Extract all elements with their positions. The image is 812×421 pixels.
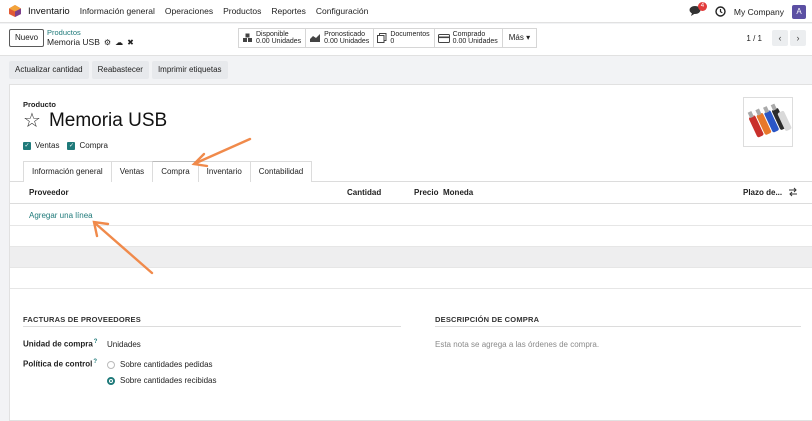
more-label: Más bbox=[508, 33, 524, 42]
pager-previous-icon[interactable]: ‹ bbox=[772, 30, 788, 46]
col-moneda[interactable]: Moneda bbox=[443, 188, 473, 197]
documents-icon bbox=[377, 33, 387, 43]
col-precio[interactable]: Precio bbox=[414, 188, 438, 197]
help-tooltip-icon[interactable]: ? bbox=[94, 339, 98, 345]
purchase-description-heading: DESCRIPCIÓN DE COMPRA bbox=[435, 315, 540, 324]
stat-value: 0 bbox=[390, 38, 395, 45]
menu-reportes[interactable]: Reportes bbox=[271, 6, 306, 16]
user-avatar[interactable]: A bbox=[792, 4, 806, 19]
radio-received-quantities[interactable]: Sobre cantidades recibidas bbox=[107, 376, 217, 385]
cloud-save-icon[interactable]: ☁ bbox=[115, 37, 123, 48]
radio-button[interactable] bbox=[107, 360, 115, 369]
vendor-bills-heading: FACTURAS DE PROVEEDORES bbox=[23, 315, 141, 324]
credit-card-icon bbox=[437, 33, 450, 43]
tab-contabilidad[interactable]: Contabilidad bbox=[249, 161, 313, 182]
tab-informacion-general[interactable]: Información general bbox=[23, 161, 111, 182]
update-quantity-button[interactable]: Actualizar cantidad bbox=[9, 61, 89, 79]
breadcrumb: Productos Memoria USB ⚙ ☁ ✖ bbox=[47, 28, 134, 48]
usb-sticks-image bbox=[747, 103, 792, 138]
print-labels-button[interactable]: Imprimir etiquetas bbox=[151, 61, 228, 79]
product-name-field[interactable]: Memoria USB bbox=[49, 110, 167, 132]
cubes-icon bbox=[243, 33, 252, 42]
add-line-row: Agregar una línea bbox=[10, 205, 812, 226]
col-cantidad[interactable]: Cantidad bbox=[347, 188, 381, 197]
purchase-checkbox[interactable]: ✓ bbox=[67, 141, 76, 150]
radio-ordered-quantities[interactable]: Sobre cantidades pedidas bbox=[107, 360, 213, 369]
replenish-button[interactable]: Reabastecer bbox=[91, 61, 149, 79]
menu-productos[interactable]: Productos bbox=[223, 6, 261, 16]
stat-label: Pronosticado bbox=[324, 30, 366, 38]
stat-comprado[interactable]: Comprado 0.00 Unidades bbox=[434, 28, 503, 48]
stat-label: Documentos bbox=[390, 30, 430, 38]
purchase-checkbox-label: Compra bbox=[79, 141, 108, 150]
empty-row bbox=[10, 247, 812, 268]
top-navbar: Inventario Información general Operacion… bbox=[0, 0, 812, 23]
menu-informacion-general[interactable]: Información general bbox=[80, 6, 155, 16]
product-label: Producto bbox=[23, 100, 56, 109]
add-line-link[interactable]: Agregar una línea bbox=[29, 211, 93, 220]
radio-label: Sobre cantidades recibidas bbox=[120, 376, 217, 385]
purchase-description-field[interactable]: Esta nota se agrega a las órdenes de com… bbox=[435, 340, 599, 349]
tab-ventas[interactable]: Ventas bbox=[110, 161, 153, 182]
stat-label: Disponible bbox=[256, 30, 289, 38]
menu-operaciones[interactable]: Operaciones bbox=[165, 6, 213, 16]
discard-icon[interactable]: ✖ bbox=[127, 37, 134, 48]
app-name[interactable]: Inventario bbox=[28, 6, 70, 17]
form-sheet: Producto ☆ Memoria USB ✓ Ventas ✓ Compra bbox=[9, 84, 812, 421]
notebook-tabs: Información general Ventas Compra Invent… bbox=[23, 161, 313, 182]
purchase-unit-label-text: Unidad de compra bbox=[23, 339, 93, 349]
control-policy-label: Política de control? bbox=[23, 359, 97, 369]
control-policy-label-text: Política de control bbox=[23, 359, 93, 369]
area-chart-icon bbox=[310, 34, 321, 42]
pager-next-icon[interactable]: › bbox=[790, 30, 806, 46]
breadcrumb-current: Memoria USB bbox=[47, 37, 100, 47]
gear-icon[interactable]: ⚙ bbox=[104, 37, 111, 48]
company-switcher[interactable]: My Company bbox=[734, 7, 784, 17]
messages-button[interactable]: 4 bbox=[689, 1, 707, 19]
tab-compra[interactable]: Compra bbox=[152, 161, 198, 182]
help-tooltip-icon[interactable]: ? bbox=[93, 359, 97, 365]
stat-disponible[interactable]: Disponible 0.00 Unidades bbox=[238, 28, 307, 48]
col-proveedor[interactable]: Proveedor bbox=[29, 188, 69, 197]
more-button[interactable]: Más ▾ bbox=[502, 28, 538, 48]
new-button[interactable]: Nuevo bbox=[9, 29, 45, 47]
column-settings-icon[interactable] bbox=[788, 187, 798, 197]
control-panel: Nuevo Productos Memoria USB ⚙ ☁ ✖ Dispon… bbox=[0, 24, 812, 56]
radio-button-selected[interactable] bbox=[107, 376, 115, 385]
stat-documentos[interactable]: Documentos 0 bbox=[374, 28, 435, 48]
stat-value: 0.00 Unidades bbox=[256, 38, 302, 45]
col-plazo[interactable]: Plazo de... bbox=[743, 188, 782, 197]
purchase-unit-field[interactable]: Unidades bbox=[107, 340, 141, 349]
breadcrumb-parent-link[interactable]: Productos bbox=[47, 28, 134, 37]
section-divider bbox=[23, 326, 401, 327]
tab-inventario[interactable]: Inventario bbox=[197, 161, 250, 182]
stat-pronosticado[interactable]: Pronosticado 0.00 Unidades bbox=[306, 28, 375, 48]
smart-buttons: Disponible 0.00 Unidades Pronosticado 0.00… bbox=[238, 28, 538, 48]
menu-configuracion[interactable]: Configuración bbox=[316, 6, 368, 16]
purchase-unit-label: Unidad de compra? bbox=[23, 339, 97, 349]
caret-down-icon: ▾ bbox=[526, 33, 531, 42]
pager-value[interactable]: 1 / 1 bbox=[746, 34, 762, 43]
inventory-app-icon[interactable] bbox=[8, 4, 22, 18]
vendor-table-header: Proveedor Cantidad Precio Moneda Plazo d… bbox=[10, 182, 812, 204]
stat-value: 0.00 Unidades bbox=[324, 38, 370, 45]
pager: 1 / 1 ‹ › bbox=[746, 30, 806, 46]
sales-checkbox-label: Ventas bbox=[35, 141, 60, 150]
stat-value: 0.00 Unidades bbox=[452, 38, 498, 45]
product-image[interactable] bbox=[743, 97, 793, 147]
clock-icon[interactable] bbox=[715, 6, 726, 17]
empty-row bbox=[10, 226, 812, 247]
favorite-star-icon[interactable]: ☆ bbox=[23, 111, 41, 131]
empty-row bbox=[10, 268, 812, 289]
sales-checkbox[interactable]: ✓ bbox=[23, 141, 31, 150]
message-count-badge: 4 bbox=[697, 1, 707, 11]
action-buttons: Actualizar cantidad Reabastecer Imprimir… bbox=[9, 61, 231, 79]
stat-label: Comprado bbox=[452, 30, 486, 38]
section-divider bbox=[435, 326, 801, 327]
radio-label: Sobre cantidades pedidas bbox=[120, 360, 213, 369]
